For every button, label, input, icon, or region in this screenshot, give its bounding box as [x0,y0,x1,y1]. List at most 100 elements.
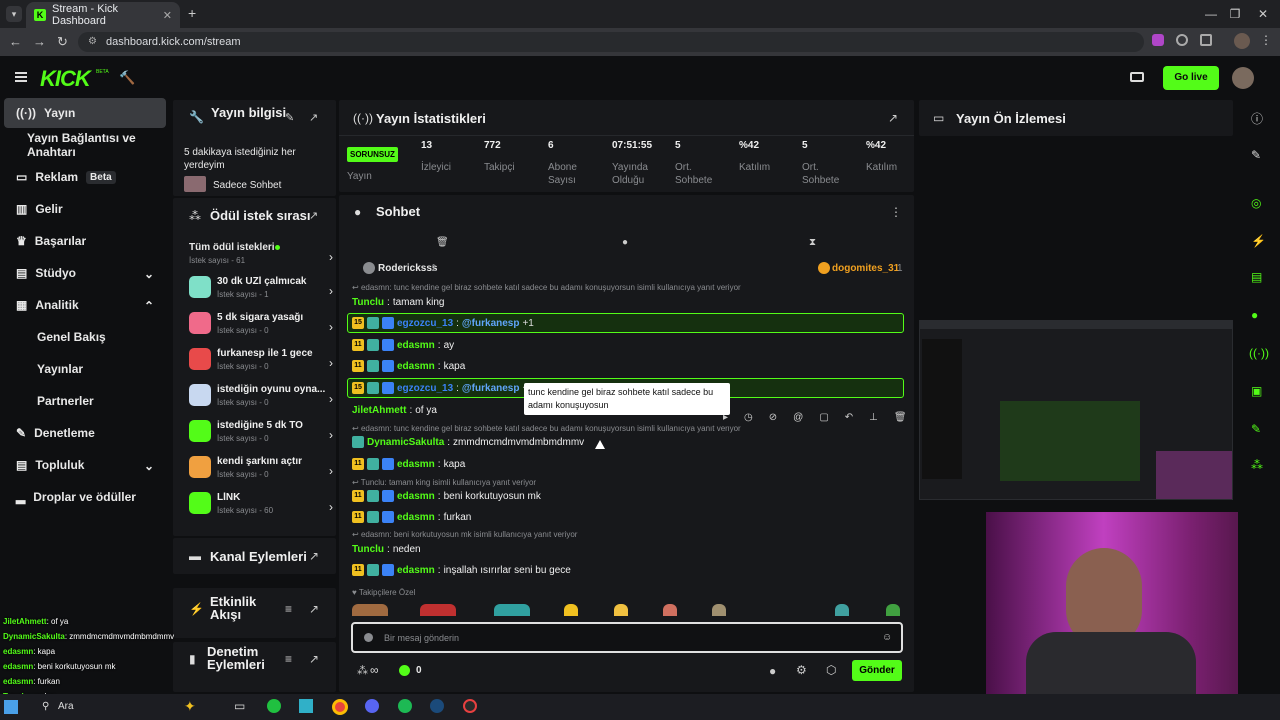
sidebar-item-partnerler[interactable]: Partnerler [4,386,166,416]
sidebar-item-yayin[interactable]: ((·)) Yayın [4,98,166,128]
reward-item[interactable]: 30 dk UZİ çalmıcak İstek sayısı - 1 › [189,276,335,306]
popout-icon[interactable]: ↗ [309,209,318,222]
extension-icon[interactable] [1152,34,1164,46]
slow-mode-hourglass-icon[interactable]: ⧗ [809,237,816,248]
emote-icon[interactable] [663,604,677,616]
reward-item[interactable]: istediğine 5 dk TO İstek sayısı - 0 › [189,420,335,450]
site-info-icon[interactable]: ⚙ [88,36,97,47]
chat-username[interactable]: Tunclu [352,297,384,308]
pin-icon[interactable]: ⊥ [869,412,878,423]
url-field[interactable]: dashboard.kick.com/stream [78,32,1144,52]
lightning-icon[interactable]: ⚡ [1251,234,1266,248]
list-icon[interactable]: ▤ [1251,270,1262,284]
reward-item[interactable]: furkanesp ile 1 gece İstek sayısı - 0 › [189,348,335,378]
popout-icon[interactable]: ↗ [888,111,898,125]
emote-icon[interactable] [886,604,900,616]
hammer-icon[interactable]: 🔨 [119,70,135,86]
search-icon[interactable]: ⚲ [42,701,49,712]
steam-icon[interactable] [430,699,444,713]
chat-username[interactable]: JiletAhmett [352,405,406,416]
chat-username[interactable]: edasmn [397,512,435,523]
browser-tab[interactable]: K Stream - Kick Dashboard ✕ [26,2,180,28]
app-icon[interactable] [299,699,313,713]
chat-tools-icon[interactable]: ⬡ [826,663,836,677]
obs-icon[interactable] [463,699,477,713]
extension-2-icon[interactable] [1176,34,1188,46]
chat-username[interactable]: DynamicSakulta [367,437,444,448]
stream-preview-thumbnail[interactable] [919,320,1233,500]
chat-username[interactable]: edasmn [397,459,435,470]
chat-message[interactable]: 11 edasmn: ay [352,337,454,353]
chat-icon[interactable]: ● [1251,308,1258,322]
chrome-icon[interactable] [332,699,348,715]
chat-username[interactable]: edasmn [397,361,435,372]
copilot-icon[interactable]: ✦ [184,698,196,715]
delete-icon[interactable]: 🗑 [894,412,907,423]
sidebar-item-reklam[interactable]: ▭ Reklam Beta [4,162,166,192]
reward-item[interactable]: 5 dk sigara yasağı İstek sayısı - 0 › [189,312,335,342]
chat-mode-icon[interactable]: ● [622,237,628,248]
emoji-picker-icon[interactable]: ☺ [882,632,892,643]
sidebar-item-gelir[interactable]: ▥ Gelir [4,194,166,224]
sidebar-item-topluluk[interactable]: ▤ Topluluk ⌄ [4,450,166,480]
reward-item[interactable]: LİNK İstek sayısı - 60 › [189,492,335,522]
emote-icon[interactable] [712,604,726,616]
chat-message[interactable]: 11 edasmn: kapa [352,456,465,472]
browser-menu-icon[interactable]: ⋮ [1260,33,1272,47]
sidebar-item-stream-key[interactable]: Yayın Bağlantısı ve Anahtarı [4,130,166,160]
reward-item[interactable]: kendi şarkını açtır İstek sayısı - 0 › [189,456,335,486]
tab-close-icon[interactable]: ✕ [163,9,172,22]
sidebar-item-basarilar[interactable]: ♛ Başarılar [4,226,166,256]
trash-icon[interactable]: 🗑 [436,237,449,248]
actions-icon[interactable]: ▣ [1251,384,1262,398]
chat-username[interactable]: Tunclu [352,544,384,555]
broadcast-icon[interactable]: ((·)) [1249,346,1269,360]
chat-message[interactable]: 15egzozcu_13:@furkanesp+2 [352,380,534,396]
chat-message[interactable]: 15 egzozcu_13: @furkanesp +1 [352,315,534,331]
wrench-icon[interactable]: ✎ [1251,422,1261,436]
sidebar-item-denetleme[interactable]: ✎ Denetleme [4,418,166,448]
undo-icon[interactable]: ↶ [845,412,853,423]
windows-start-icon[interactable] [4,700,18,714]
filter-icon[interactable]: ≡ [285,652,292,666]
filter-icon[interactable]: ≡ [285,602,292,616]
settings-gear-icon[interactable]: ⚙ [796,663,807,677]
chat-message[interactable]: 11 edasmn: kapa [352,358,465,374]
emote-icon[interactable] [420,604,456,616]
info-icon[interactable]: ⓘ [1251,110,1263,127]
user-avatar[interactable] [1232,67,1254,89]
sidebar-item-genel-bakis[interactable]: Genel Bakış [4,322,166,352]
chat-message[interactable]: JiletAhmett: of ya [352,402,437,418]
chat-username[interactable]: egzozcu_13 [397,383,453,394]
camera-icon[interactable]: ◎ [1251,196,1261,210]
popout-icon[interactable]: ↗ [309,602,319,616]
chat-message[interactable]: 11 edasmn: inşallah ısırırlar seni bu gece [352,562,571,578]
chat-username[interactable]: edasmn [397,565,435,576]
chat-message[interactable]: Tunclu: tamam king [352,294,445,310]
popout-icon[interactable]: ↗ [309,549,319,563]
sidebar-item-yayinlar[interactable]: Yayınlar [4,354,166,384]
task-view-icon[interactable]: ▭ [234,699,245,713]
send-button[interactable]: Gönder [852,660,902,681]
edit-pencil-icon[interactable]: ✎ [285,111,294,124]
extensions-puzzle-icon[interactable] [1200,34,1212,46]
chat-message[interactable]: DynamicSakulta: zmmdmcmdmvmdmbmdmmv [352,434,584,450]
sidebar-item-analitik[interactable]: ▦ Analitik ⌃ [4,290,166,320]
emote-icon[interactable] [494,604,530,616]
sidebar-item-studyo[interactable]: ▤ Stüdyo ⌄ [4,258,166,288]
emote-icon[interactable] [564,604,578,616]
ban-icon[interactable]: ⊘ [769,412,777,423]
chat-username[interactable]: edasmn [397,491,435,502]
mention-icon[interactable]: @ [793,412,803,423]
tab-search-button[interactable]: ▾ [6,6,22,22]
emote-icon[interactable] [835,604,849,616]
new-tab-button[interactable]: + [188,5,196,21]
reward-item[interactable]: istediğin oyunu oyna... İstek sayısı - 0 › [189,384,335,414]
app-icon[interactable] [267,699,281,713]
chat-bubble-icon[interactable]: ● [769,664,776,678]
forward-arrow-icon[interactable]: → [33,34,46,49]
chat-username[interactable]: egzozcu_13 [397,318,453,329]
chat-input-box[interactable]: Bir mesaj gönderin ☺ [351,622,903,653]
go-live-button[interactable]: Go live [1163,66,1219,90]
sidebar-item-droplar[interactable]: ▂ Droplar ve ödüller [4,482,166,512]
